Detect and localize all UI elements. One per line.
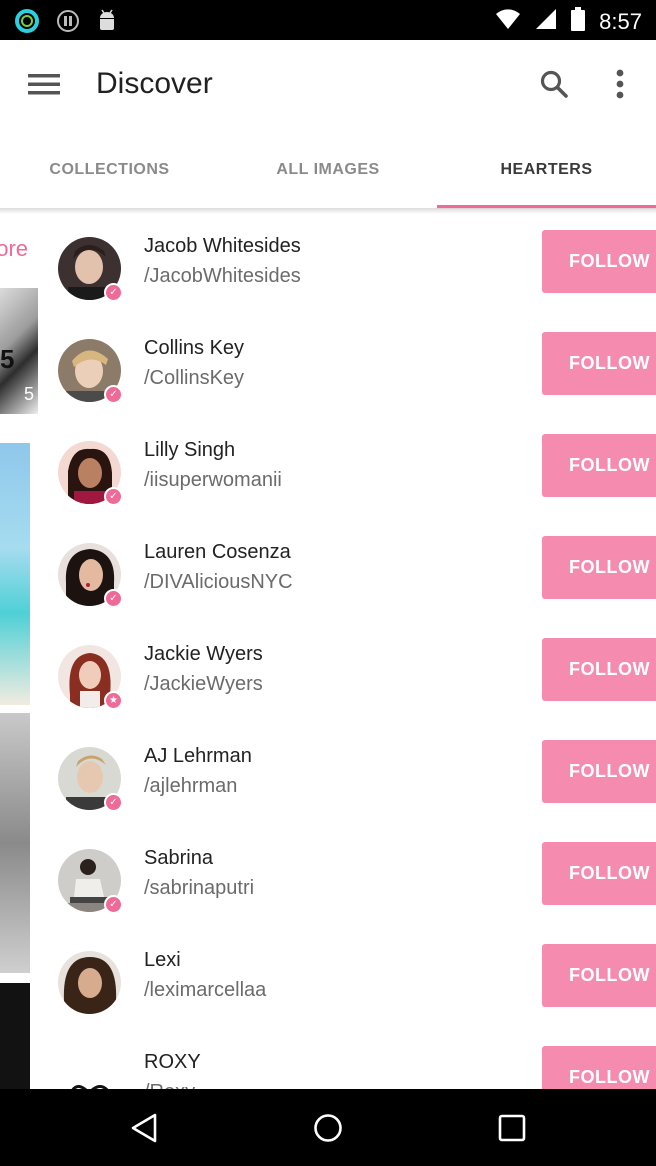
avatar[interactable] (58, 1053, 121, 1089)
user-handle: /iisuperwomanii (144, 469, 282, 491)
list-item[interactable]: ✓ Lauren Cosenza /DIVAliciousNYC FOLLOW (40, 528, 656, 630)
page-title: Discover (96, 67, 213, 100)
peek-image-jersey[interactable]: 5 5 (0, 288, 38, 414)
tab-bar: COLLECTIONS ALL IMAGES HEARTERS (0, 130, 656, 210)
signal-icon (535, 8, 557, 35)
peek-more-link[interactable]: ore (0, 236, 28, 262)
follow-button[interactable]: FOLLOW (542, 332, 656, 395)
star-icon: ★ (104, 691, 123, 710)
follow-button[interactable]: FOLLOW (542, 536, 656, 599)
follow-button[interactable]: FOLLOW (542, 842, 656, 905)
tab-hearters[interactable]: HEARTERS (437, 130, 656, 210)
peek-image-dark[interactable] (0, 983, 30, 1089)
user-handle: /sabrinaputri (144, 877, 255, 899)
avatar[interactable] (58, 951, 121, 1014)
list-item[interactable]: ✓ Jacob Whitesides /JacobWhitesides FOLL… (40, 222, 656, 324)
status-bar: 8:57 (0, 0, 656, 40)
ring-icon (14, 8, 40, 39)
wifi-icon (495, 8, 521, 35)
check-icon: ✓ (104, 385, 123, 404)
user-name: Collins Key (144, 337, 245, 359)
user-handle: /JacobWhitesides (144, 265, 301, 287)
user-handle: /DIVAliciousNYC (144, 571, 293, 593)
user-name: Jackie Wyers (144, 643, 263, 665)
user-name: AJ Lehrman (144, 745, 252, 767)
menu-button[interactable] (20, 60, 68, 108)
home-icon (314, 1114, 342, 1142)
check-icon: ✓ (104, 589, 123, 608)
list-item[interactable]: Lexi /leximarcellaa FOLLOW (40, 936, 656, 1038)
follow-button[interactable]: FOLLOW (542, 1046, 656, 1089)
user-name: ROXY (144, 1051, 201, 1073)
user-handle: /Roxy (144, 1081, 195, 1089)
list-item[interactable]: ★ Jackie Wyers /JackieWyers FOLLOW (40, 630, 656, 732)
follow-button[interactable]: FOLLOW (542, 638, 656, 701)
more-vert-icon (616, 69, 624, 99)
navigation-bar (0, 1089, 656, 1166)
user-handle: /ajlehrman (144, 775, 238, 797)
back-icon (131, 1113, 157, 1143)
list-item[interactable]: ✓ AJ Lehrman /ajlehrman FOLLOW (40, 732, 656, 834)
pause-circle-icon (56, 9, 80, 38)
tab-all-images[interactable]: ALL IMAGES (219, 130, 437, 210)
user-handle: /leximarcellaa (144, 979, 267, 1001)
more-options-button[interactable] (598, 60, 642, 108)
list-item[interactable]: ✓ Collins Key /CollinsKey FOLLOW (40, 324, 656, 426)
status-bar-notifications (14, 8, 118, 39)
status-bar-system: 8:57 (495, 7, 642, 36)
user-name: Lauren Cosenza (144, 541, 291, 563)
peek-image-caption: 5 (24, 384, 35, 404)
recents-icon (498, 1114, 526, 1142)
menu-icon (28, 74, 60, 95)
user-handle: /JackieWyers (144, 673, 263, 695)
search-button[interactable] (530, 60, 578, 108)
list-item[interactable]: ROXY /Roxy FOLLOW (40, 1038, 656, 1089)
user-handle: /CollinsKey (144, 367, 245, 389)
user-name: Sabrina (144, 847, 213, 869)
check-icon: ✓ (104, 895, 123, 914)
battery-icon (571, 7, 586, 36)
peek-image-number: 5 (0, 344, 15, 374)
follow-button[interactable]: FOLLOW (542, 434, 656, 497)
peek-image-beach[interactable] (0, 443, 30, 705)
user-name: Lilly Singh (144, 439, 236, 461)
android-icon (96, 9, 118, 38)
peek-image-room[interactable] (0, 713, 30, 973)
back-button[interactable] (114, 1103, 174, 1153)
recents-button[interactable] (482, 1103, 542, 1153)
follow-button[interactable]: FOLLOW (542, 740, 656, 803)
hearters-list: ✓ Jacob Whitesides /JacobWhitesides FOLL… (40, 214, 656, 1089)
tab-collections[interactable]: COLLECTIONS (0, 130, 219, 210)
status-time: 8:57 (599, 8, 642, 34)
check-icon: ✓ (104, 283, 123, 302)
user-name: Jacob Whitesides (144, 235, 301, 257)
home-button[interactable] (298, 1103, 358, 1153)
search-icon (540, 70, 568, 98)
check-icon: ✓ (104, 793, 123, 812)
list-item[interactable]: ✓ Sabrina /sabrinaputri FOLLOW (40, 834, 656, 936)
app-bar: Discover (0, 40, 656, 130)
check-icon: ✓ (104, 487, 123, 506)
follow-button[interactable]: FOLLOW (542, 944, 656, 1007)
list-item[interactable]: ✓ Lilly Singh /iisuperwomanii FOLLOW (40, 426, 656, 528)
user-name: Lexi (144, 949, 181, 971)
follow-button[interactable]: FOLLOW (542, 230, 656, 293)
